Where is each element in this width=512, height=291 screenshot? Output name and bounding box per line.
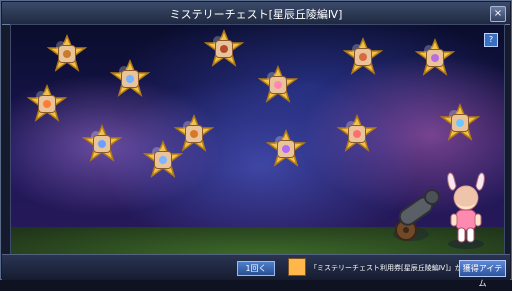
star-slot-1[interactable] (47, 34, 87, 74)
star-slot-2[interactable] (204, 29, 244, 69)
reward-item-icon (269, 76, 287, 94)
reward-item-icon (215, 40, 233, 58)
star-slot-10[interactable] (82, 124, 122, 164)
reward-item-icon (426, 49, 444, 67)
acquired-items-button[interactable]: 獲得アイテム (459, 260, 506, 288)
star-slot-12[interactable] (266, 129, 306, 169)
reward-item-core (159, 156, 167, 164)
bottom-bar: 1回く 「ミステリーチェスト利用券[星辰丘陵編Ⅳ]」が1個必要 獲得アイテム (2, 254, 510, 288)
mystery-chest-window: ミステリーチェスト[星辰丘陵編Ⅳ] × ? 1回く 「ミステリーチェスト利用券[… (0, 0, 512, 288)
reward-item-core (456, 119, 464, 127)
star-slot-13[interactable] (143, 140, 183, 180)
reward-item-icon (354, 48, 372, 66)
star-slot-7[interactable] (27, 84, 67, 124)
close-button[interactable]: × (490, 6, 506, 22)
reward-item-core (282, 145, 290, 153)
bunny-character-icon (436, 170, 496, 250)
reward-item-icon (185, 125, 203, 143)
star-field: ? (10, 24, 505, 256)
star-slot-6[interactable] (258, 65, 298, 105)
reward-item-core (274, 81, 282, 89)
use-count-button[interactable]: 1回く (237, 261, 275, 276)
help-button[interactable]: ? (484, 33, 498, 47)
reward-item-core (43, 100, 51, 108)
reward-item-core (359, 53, 367, 61)
reward-item-icon (121, 70, 139, 88)
star-slot-11[interactable] (337, 114, 377, 154)
reward-item-core (98, 140, 106, 148)
star-slot-8[interactable] (440, 103, 480, 143)
title-bar: ミステリーチェスト[星辰丘陵編Ⅳ] × (2, 2, 510, 25)
reward-item-core (63, 50, 71, 58)
window-title: ミステリーチェスト[星辰丘陵編Ⅳ] (169, 8, 343, 21)
reward-item-icon (277, 140, 295, 158)
reward-item-core (220, 45, 228, 53)
star-slot-5[interactable] (110, 59, 150, 99)
reward-item-icon (93, 135, 111, 153)
reward-item-icon (58, 45, 76, 63)
reward-item-icon (38, 95, 56, 113)
required-item-message: 「ミステリーチェスト利用券[星辰丘陵編Ⅳ]」が1個必要 (310, 264, 460, 272)
star-slot-3[interactable] (343, 37, 383, 77)
reward-item-icon (154, 151, 172, 169)
reward-item-core (431, 54, 439, 62)
reward-item-icon (451, 114, 469, 132)
reward-item-core (353, 130, 361, 138)
star-slot-4[interactable] (415, 38, 455, 78)
reward-item-icon (348, 125, 366, 143)
reward-item-core (126, 75, 134, 83)
reward-item-core (190, 130, 198, 138)
ticket-item-icon (288, 258, 306, 276)
